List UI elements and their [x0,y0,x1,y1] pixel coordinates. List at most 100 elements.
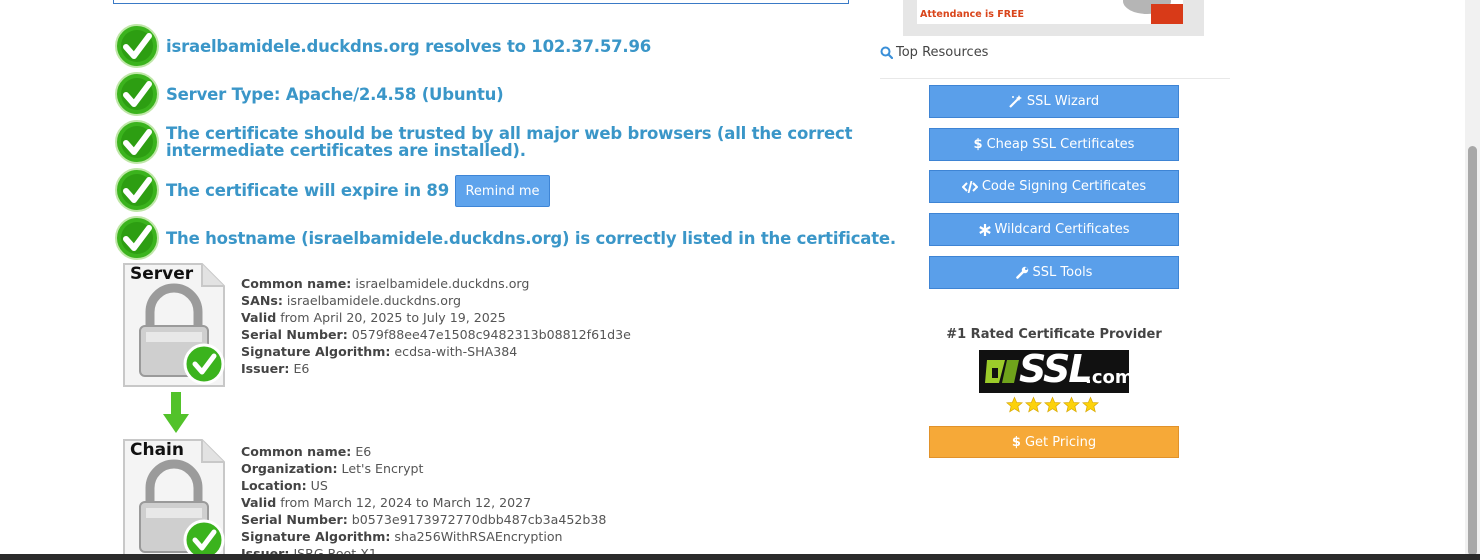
cert-field-label: Common name: [241,276,352,291]
divider [880,78,1230,79]
green-down-arrow-icon [163,392,189,433]
green-check-icon [115,120,159,164]
star-icon [1044,396,1061,413]
check-row-hostname: The hostname (israelbamidele.duckdns.org… [114,215,896,261]
cert-field-label: Serial Number: [241,327,348,342]
cert-field-label: Location: [241,478,307,493]
button-label: Cheap SSL Certificates [986,137,1135,152]
dollar-icon: $ [973,137,983,152]
cert-field: Serial Number: 0579f88ee47e1508c9482313b… [241,326,631,343]
cheap-ssl-certificates-button[interactable]: $ Cheap SSL Certificates [929,128,1179,161]
green-check-icon [115,24,159,68]
cert-field-label: Serial Number: [241,512,348,527]
cert-field-value: from April 20, 2025 to July 19, 2025 [276,310,506,325]
cert-field: Signature Algorithm: ecdsa-with-SHA384 [241,343,631,360]
button-label: SSL Tools [1032,265,1093,280]
green-check-icon [115,168,159,212]
magic-wand-icon [1009,95,1023,108]
cert-field-label: Common name: [241,444,352,459]
wrench-icon [1015,266,1029,279]
cert-field: Serial Number: b0573e9173972770dbb487cb3… [241,511,606,528]
cert-field: Valid from April 20, 2025 to July 19, 20… [241,309,631,326]
cert-field-value: Let's Encrypt [337,461,424,476]
dollar-icon: $ [1011,434,1021,450]
wildcard-certificates-button[interactable]: Wildcard Certificates [929,213,1179,246]
server-certificate-icon: Server [122,262,226,388]
check-text: The hostname (israelbamidele.duckdns.org… [166,229,896,248]
server-cert-details: Common name: israelbamidele.duckdns.org … [241,275,631,377]
star-icon [1063,396,1080,413]
chain-certificate-icon: Chain [122,438,226,560]
ssl-logo-suffix: .com [1085,367,1134,388]
ssl-logo-text: SSL [1019,347,1093,391]
green-check-icon [115,72,159,116]
cert-field-label: Issuer: [241,361,290,376]
cert-field-value: ecdsa-with-SHA384 [390,344,518,359]
ssl-logo-mark-icon [985,360,1019,383]
check-row-expire: The certificate will expire in 89 days. [114,167,503,213]
check-text: The certificate should be trusted by all… [166,124,853,160]
cert-field: Common name: E6 [241,443,606,460]
cert-field-value: israelbamidele.duckdns.org [282,293,461,308]
check-row-trusted: The certificate should be trusted by all… [114,119,854,165]
cert-field-value: israelbamidele.duckdns.org [351,276,530,291]
cert-field-value: b0573e9173972770dbb487cb3a452b38 [347,512,607,527]
button-label: Wildcard Certificates [994,222,1130,237]
button-label: SSL Wizard [1026,94,1100,109]
cert-field: SANs: israelbamidele.duckdns.org [241,292,631,309]
ssl-tools-button[interactable]: SSL Tools [929,256,1179,289]
code-signing-certificates-button[interactable]: Code Signing Certificates [929,170,1179,203]
chain-cert-title: Chain [130,440,184,460]
sidebar-ad-banner[interactable]: Attendance is FREE [903,0,1204,36]
cert-field-value: sha256WithRSAEncryption [390,529,563,544]
ssl-wizard-button[interactable]: SSL Wizard [929,85,1179,118]
cert-field: Signature Algorithm: sha256WithRSAEncryp… [241,528,606,545]
ssl-com-logo[interactable]: SSL .com [979,347,1134,393]
cert-field-value: 0579f88ee47e1508c9482313b08812f61d3e [347,327,631,342]
ad-logo-block [1151,4,1183,24]
ad-text: Attendance is FREE [920,9,1024,20]
cert-field-label: Valid [241,495,277,510]
ad-image: Attendance is FREE [917,0,1183,24]
check-text: israelbamidele.duckdns.org resolves to 1… [166,37,652,56]
cert-field: Common name: israelbamidele.duckdns.org [241,275,631,292]
rated-provider-title: #1 Rated Certificate Provider [946,327,1162,342]
cert-field-label: SANs: [241,293,283,308]
check-text: Server Type: Apache/2.4.58 (Ubuntu) [166,85,504,104]
cert-field-value: US [306,478,328,493]
server-cert-title: Server [130,264,194,284]
cert-field-label: Organization: [241,461,338,476]
star-icon [1025,396,1042,413]
cert-field: Issuer: E6 [241,360,631,377]
cert-field-label: Signature Algorithm: [241,529,391,544]
cert-field-value: E6 [289,361,310,376]
bottom-bar [0,554,1480,560]
check-row-server-type: Server Type: Apache/2.4.58 (Ubuntu) [114,71,504,117]
cert-field: Organization: Let's Encrypt [241,460,606,477]
cert-field-label: Valid [241,310,277,325]
button-label: Code Signing Certificates [981,179,1147,194]
cert-field-value: from March 12, 2024 to March 12, 2027 [276,495,532,510]
check-text: The certificate will expire in 89 days. [166,181,503,200]
code-icon [961,180,978,193]
cert-field-label: Signature Algorithm: [241,344,391,359]
vertical-scrollbar[interactable] [1465,0,1480,560]
top-resources-heading: Top Resources [880,45,988,60]
remind-me-button[interactable]: Remind me [455,175,550,207]
star-icon [1006,396,1023,413]
star-rating [1006,396,1099,414]
get-pricing-button[interactable]: $ Get Pricing [929,426,1179,458]
cert-field: Location: US [241,477,606,494]
scrollbar-thumb[interactable] [1468,146,1477,556]
asterisk-icon [978,223,991,236]
star-icon [1082,396,1099,413]
results-panel-border [113,0,849,4]
search-icon [880,46,893,59]
button-label: Get Pricing [1024,434,1097,450]
green-check-icon [115,216,159,260]
cert-field-value: E6 [351,444,372,459]
check-row-resolve: israelbamidele.duckdns.org resolves to 1… [114,23,651,69]
chain-cert-details: Common name: E6 Organization: Let's Encr… [241,443,606,560]
top-resources-label: Top Resources [896,45,989,60]
cert-field: Valid from March 12, 2024 to March 12, 2… [241,494,606,511]
